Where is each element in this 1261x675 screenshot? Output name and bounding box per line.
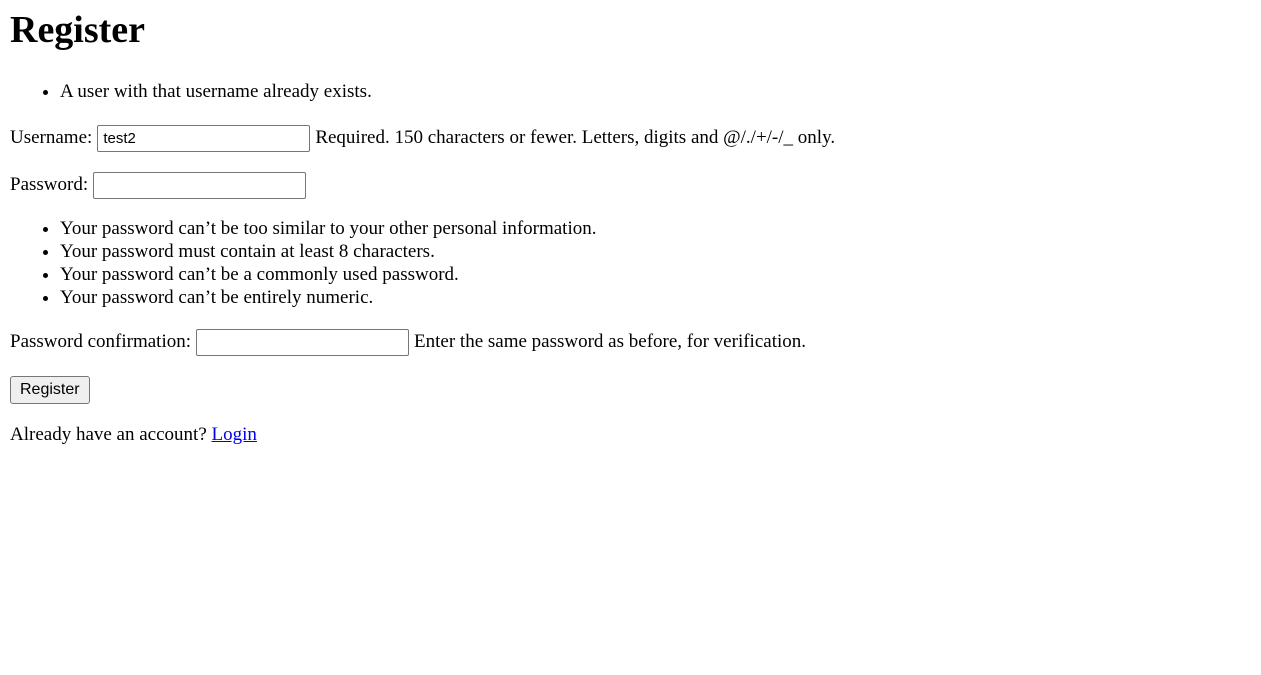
page-title: Register	[10, 9, 146, 51]
password-confirmation-row: Password confirmation: Enter the same pa…	[10, 328, 1261, 356]
password-confirmation-help-text: Enter the same password as before, for v…	[414, 331, 807, 352]
username-help-text: Required. 150 characters or fewer. Lette…	[315, 127, 836, 148]
login-prompt-line: Already have an account? Login	[10, 422, 1261, 448]
password-confirmation-label: Password confirmation:	[10, 331, 192, 352]
password-label: Password:	[10, 174, 89, 195]
password-confirmation-input[interactable]	[196, 328, 410, 356]
username-label: Username:	[10, 127, 93, 148]
password-help-item: Your password can’t be too similar to yo…	[60, 217, 1261, 240]
submit-row: Register	[10, 376, 1261, 404]
password-help-item: Your password can’t be entirely numeric.	[60, 286, 1261, 309]
password-help-item: Your password must contain at least 8 ch…	[60, 240, 1261, 263]
error-list: A user with that username already exists…	[10, 80, 1261, 103]
password-input[interactable]	[93, 171, 307, 199]
error-item: A user with that username already exists…	[60, 80, 1261, 103]
username-input[interactable]	[97, 124, 311, 152]
register-page: Register A user with that username alrea…	[10, 0, 1261, 448]
password-help-item: Your password can’t be a commonly used p…	[60, 263, 1261, 286]
password-help-list: Your password can’t be too similar to yo…	[10, 217, 1261, 309]
login-link[interactable]: Login	[212, 424, 257, 445]
register-button[interactable]: Register	[10, 376, 90, 404]
username-row: Username: Required. 150 characters or fe…	[10, 124, 1261, 152]
register-form: Username: Required. 150 characters or fe…	[10, 124, 1261, 404]
password-row: Password:	[10, 171, 1261, 199]
login-prompt-text: Already have an account?	[10, 424, 207, 445]
